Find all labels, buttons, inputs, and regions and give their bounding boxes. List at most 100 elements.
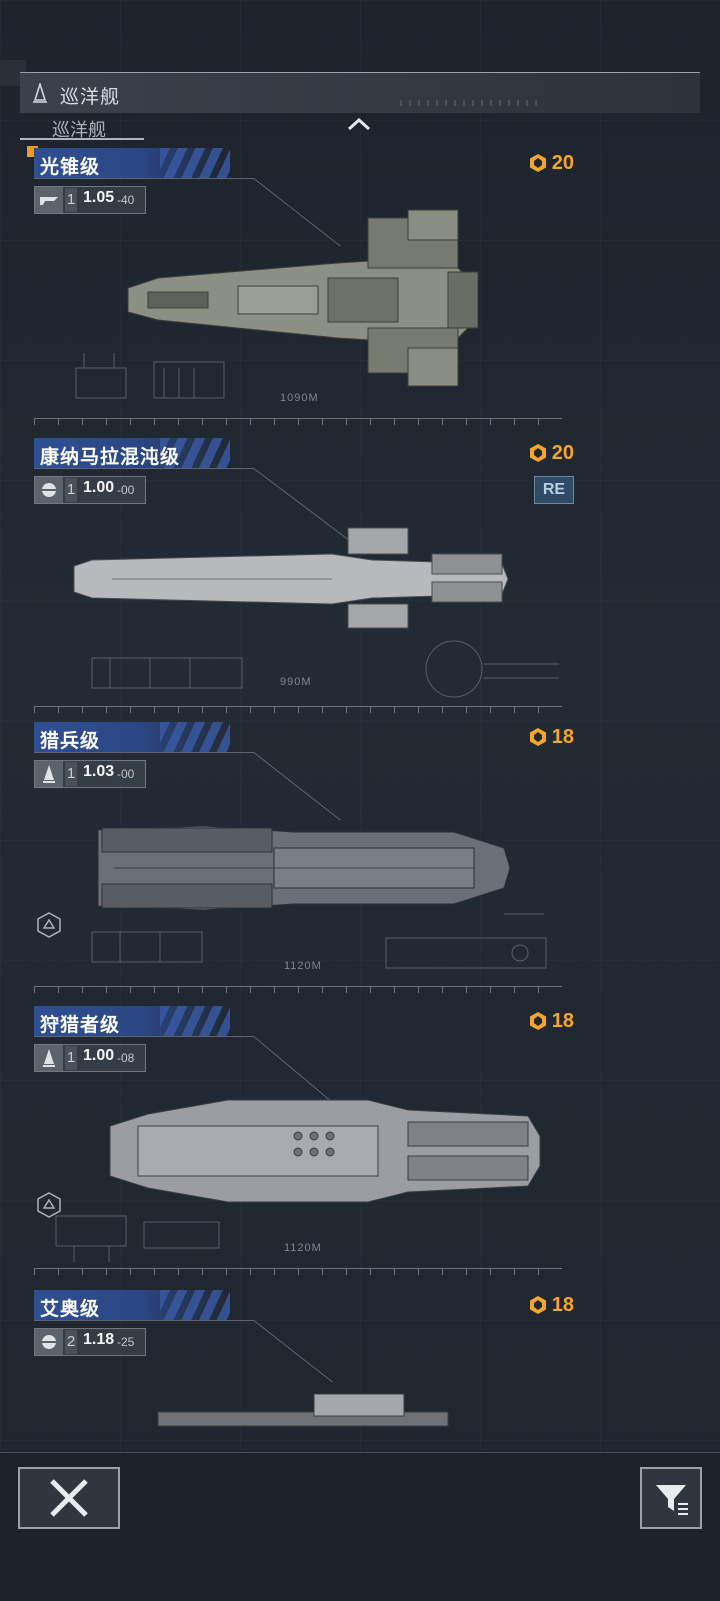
length-ruler [34, 1268, 562, 1279]
ship-length: 1090M [280, 392, 319, 404]
header-decoration [400, 100, 540, 106]
ship-cost: 20 [528, 440, 574, 466]
ship-sub-number: 40 [121, 193, 135, 207]
ship-card-connemara[interactable]: 康纳马拉混沌级 1 1.00 -00 20 RE 990M [34, 438, 574, 728]
leader-line [34, 752, 254, 753]
filter-icon [656, 1485, 688, 1515]
filter-button[interactable] [640, 1467, 702, 1529]
re-badge: RE [534, 476, 574, 504]
ship-sub-number: 08 [121, 1051, 135, 1065]
ship-ratio: 1.00 [83, 479, 115, 496]
name-bar-stripes [160, 722, 230, 752]
category-header[interactable]: 巡洋舰 [20, 72, 700, 113]
ship-stats: 1 1.00 -08 [34, 1044, 146, 1072]
ship-cost-value: 18 [551, 1293, 574, 1316]
ship-name: 狩猎者级 [40, 1015, 121, 1036]
leader-line [34, 1036, 254, 1037]
ship-length: 1120M [284, 960, 322, 972]
resource-hex-icon [529, 1012, 546, 1030]
leader-line-diagonal [253, 1320, 333, 1383]
category-subheader-label: 巡洋舰 [52, 120, 106, 140]
leader-line [34, 468, 254, 469]
resource-hex-icon [529, 444, 546, 462]
ship-sub-value: -00 [117, 483, 135, 497]
ship-sub-number: 00 [121, 767, 135, 781]
ship-sub-value: -00 [117, 767, 135, 781]
resource-hex-icon [529, 154, 546, 172]
resource-hex-icon [529, 1296, 546, 1314]
ship-ratio: 1.03 [83, 763, 115, 780]
ship-ratio: 1.00 [83, 1047, 115, 1064]
ship-tier: 2 [65, 1330, 77, 1354]
ship-tier: 1 [65, 1046, 77, 1070]
ship-name: 艾奥级 [40, 1299, 101, 1320]
ship-cost-value: 18 [551, 725, 574, 748]
ship-cost: 20 [528, 150, 574, 176]
ship-ratio: 1.18 [83, 1331, 115, 1348]
chevron-up-icon[interactable] [346, 114, 372, 134]
ship-card-lieber[interactable]: 猎兵级 1 1.03 -00 18 1120M [34, 722, 574, 1012]
ship-length: 990M [280, 676, 312, 688]
length-ruler [34, 418, 562, 429]
ship-cost: 18 [528, 1008, 574, 1034]
ship-type-icon [35, 187, 63, 213]
ship-tier: 1 [65, 188, 77, 212]
length-ruler [34, 986, 562, 997]
blueprint-sketch [91, 657, 243, 689]
ship-image [127, 209, 479, 387]
ship-image [97, 825, 511, 911]
blueprint-sketch-right [425, 640, 559, 698]
ship-name-bar: 艾奥级 [34, 1290, 230, 1320]
blueprint-sketch [91, 931, 203, 963]
ship-type-icon [35, 761, 63, 787]
close-button[interactable] [18, 1467, 120, 1529]
leader-line [34, 1320, 254, 1321]
ship-sub-number: 00 [121, 483, 135, 497]
name-bar-stripes [160, 148, 230, 178]
cruiser-class-icon [33, 83, 47, 103]
ship-name-bar: 狩猎者级 [34, 1006, 230, 1036]
ship-name-bar: 康纳马拉混沌级 [34, 438, 230, 468]
category-title: 巡洋舰 [60, 87, 121, 108]
ship-type-icon [35, 1045, 63, 1071]
ship-image [157, 1393, 449, 1427]
ship-name-bar: 光锥级 [34, 148, 230, 178]
ship-type-icon [35, 477, 63, 503]
ship-length: 1120M [284, 1242, 322, 1254]
ship-stats: 1 1.03 -00 [34, 760, 146, 788]
ship-sub-value: -40 [117, 193, 135, 207]
ship-sub-number: 25 [121, 1335, 135, 1349]
ship-tier: 1 [65, 762, 77, 786]
ship-cost-value: 20 [551, 441, 574, 464]
resource-hex-icon [529, 728, 546, 746]
ship-stats: 2 1.18 -25 [34, 1328, 146, 1356]
ship-card-hunter[interactable]: 狩猎者级 1 1.00 -08 18 1120M [34, 1006, 574, 1296]
ship-sub-value: -25 [117, 1335, 135, 1349]
ship-name-bar: 猎兵级 [34, 722, 230, 752]
ship-card-io[interactable]: 艾奥级 2 1.18 -25 18 [34, 1290, 574, 1440]
ship-cost: 18 [528, 1292, 574, 1318]
ship-cost: 18 [528, 724, 574, 750]
hexagon-marker-icon[interactable] [36, 912, 62, 938]
category-subheader: 巡洋舰 [20, 116, 144, 140]
length-ruler [34, 706, 562, 717]
ship-type-icon [35, 1329, 63, 1355]
ship-cost-value: 18 [551, 1009, 574, 1032]
ship-cost-value: 20 [551, 151, 574, 174]
close-icon [50, 1479, 88, 1517]
ship-card-guangzhui[interactable]: 光锥级 1 1.05 -40 20 1090M [34, 148, 574, 438]
blueprint-sketch [55, 1215, 220, 1262]
ship-name: 康纳马拉混沌级 [40, 447, 181, 468]
leader-line [34, 178, 254, 179]
ship-image [73, 527, 509, 629]
name-bar-stripes [160, 1006, 230, 1036]
leader-line-diagonal [253, 752, 341, 821]
ship-stats: 1 1.00 -00 [34, 476, 146, 504]
leader-line-diagonal [253, 1036, 331, 1102]
ship-tier: 1 [65, 478, 77, 502]
ship-name: 光锥级 [40, 157, 101, 178]
bottom-bar [0, 1452, 720, 1601]
name-bar-stripes [160, 1290, 230, 1320]
ship-name: 猎兵级 [40, 731, 101, 752]
blueprint-sketch-right [385, 913, 547, 969]
